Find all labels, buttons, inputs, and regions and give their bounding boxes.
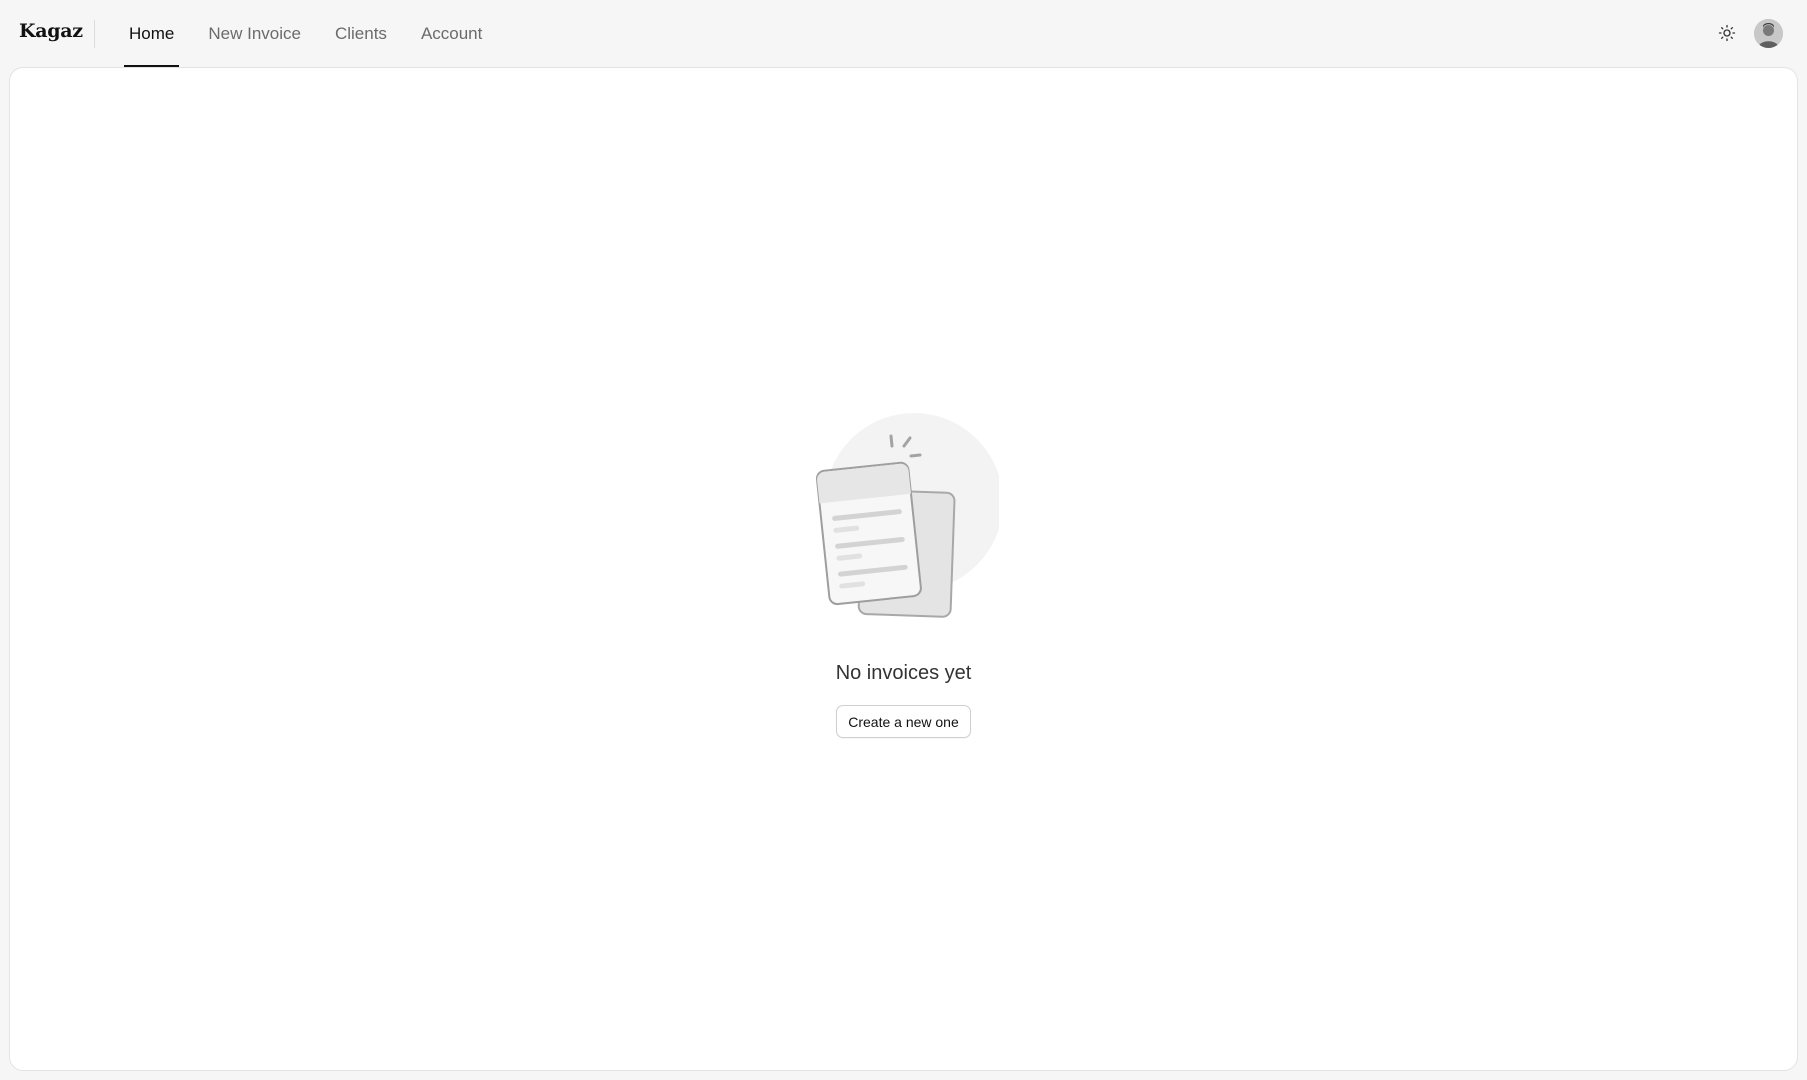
documents-illustration-icon — [815, 413, 999, 618]
logo-divider — [94, 20, 95, 48]
nav-tab-account[interactable]: Account — [416, 0, 487, 67]
nav-tab-clients[interactable]: Clients — [330, 0, 392, 67]
empty-state-title: No invoices yet — [835, 662, 972, 684]
main-nav: Home New Invoice Clients Account — [124, 0, 511, 67]
app-logo[interactable]: Kagaz — [19, 20, 83, 42]
avatar-icon — [1754, 19, 1783, 48]
nav-tab-label: Clients — [334, 23, 387, 43]
sun-icon — [1718, 24, 1736, 42]
theme-toggle-button[interactable] — [1716, 22, 1738, 44]
nav-tab-home[interactable]: Home — [124, 0, 180, 67]
empty-state: No invoices yet Create a new one — [10, 412, 1797, 738]
top-bar: Kagaz Home New Invoice Clients Account — [0, 0, 1807, 67]
nav-tab-new-invoice[interactable]: New Invoice — [203, 0, 306, 67]
nav-tab-label: New Invoice — [208, 23, 301, 43]
main-panel: No invoices yet Create a new one — [9, 67, 1798, 1071]
create-invoice-button[interactable]: Create a new one — [836, 705, 971, 738]
user-avatar-button[interactable] — [1754, 19, 1783, 48]
nav-tab-label: Home — [129, 23, 175, 43]
nav-tab-label: Account — [420, 23, 483, 43]
